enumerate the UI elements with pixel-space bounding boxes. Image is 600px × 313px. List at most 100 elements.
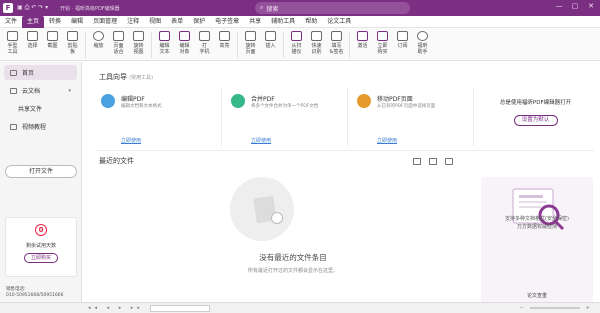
fill-sign-button[interactable]: 填写 &签名 (327, 28, 346, 55)
hand-tool-button[interactable]: 手型 工具 (3, 28, 22, 55)
promo-banner[interactable]: 论文查重 (481, 177, 593, 305)
highlight-button[interactable]: 高亮 (215, 28, 234, 49)
zoom-button[interactable]: 缩放 (89, 28, 108, 49)
sales-phone-number: 010-50951668/50951666 (6, 293, 64, 298)
cloud-icon (10, 87, 17, 94)
ribbon-separator (237, 32, 238, 58)
tool-card-merge-pdf[interactable]: 合并PDF 将多个文件合并为单一个PDF文档 立即使用 (223, 88, 348, 146)
zoom-slider[interactable] (529, 307, 580, 309)
ocr-icon (311, 31, 322, 41)
menu-page-management[interactable]: 页面管理 (88, 16, 122, 28)
section-divider (97, 150, 594, 151)
clipboard-icon (67, 31, 78, 41)
menu-protect[interactable]: 保护 (188, 16, 210, 28)
page-number-input[interactable] (149, 304, 210, 312)
edit-object-button[interactable]: 编辑 对象 (175, 28, 194, 55)
grid-view-icon[interactable] (429, 158, 437, 165)
window-title: 开始 · 福昕高级PDF编辑器 (60, 5, 120, 12)
home-icon (10, 69, 17, 76)
quick-access-icons[interactable]: ▣ ⎙ ↶ ↷ ▾ (17, 4, 48, 12)
zoom-controls: − + (520, 305, 590, 311)
tool-card-edit-pdf[interactable]: 编辑PDF 编辑文档和文本格式 立即使用 (93, 88, 218, 146)
sidebar: 首页 云文档 ▾ 共享文件 视频教程 打开文件 0 剩余试用天数 立即购买 销售… (0, 62, 82, 302)
close-button[interactable]: ✕ (586, 2, 596, 10)
select-button[interactable]: 选择 (23, 28, 42, 49)
edit-object-icon (179, 31, 190, 41)
highlighter-icon (219, 31, 230, 41)
sidebar-item-video-tutorials[interactable]: 视频教程 (4, 119, 77, 134)
menu-convert[interactable]: 转换 (44, 16, 66, 28)
edit-text-button[interactable]: 编辑 文本 (155, 28, 174, 55)
ribbon-separator (151, 32, 152, 58)
trial-days-label: 剩余试用天数 (25, 243, 56, 249)
typewriter-button[interactable]: 打 字机 (195, 28, 214, 55)
subscribe-icon (397, 31, 408, 41)
screenshot-button[interactable]: 截图 (43, 28, 62, 49)
search-box[interactable]: ⌕ 搜索 (255, 2, 410, 14)
edit-text-icon (159, 31, 170, 41)
scanner-icon (291, 31, 302, 41)
hand-icon (7, 31, 18, 41)
quick-ocr-button[interactable]: 快速 识别 (307, 28, 326, 55)
title-bar: F ▣ ⎙ ↶ ↷ ▾ 开始 · 福昕高级PDF编辑器 ⌕ 搜索 — ▢ ✕ (0, 0, 600, 16)
buy-now-ribbon-button[interactable]: 立即 购买 (373, 28, 392, 55)
trash-icon[interactable] (445, 158, 453, 165)
menu-form[interactable]: 表单 (166, 16, 188, 28)
view-mode-controls (413, 158, 453, 165)
insert-button[interactable]: 插入 (261, 28, 280, 49)
minimize-button[interactable]: — (554, 2, 564, 10)
list-view-icon[interactable] (413, 158, 421, 165)
page-nav-arrows[interactable]: ◂◂ ◂ ▸ ▸▸ (88, 305, 144, 311)
main-content: 工具向导 (常用工具) 编辑PDF 编辑文档和文本格式 立即使用 合并PDF 将… (83, 62, 600, 305)
tools-guide-subtitle: (常用工具) (129, 75, 154, 81)
tool-card-move-pages[interactable]: 移动PDF页面 从已有的PDF页面中选择页面 立即使用 (349, 88, 474, 146)
sidebar-item-cloud-docs[interactable]: 云文档 ▾ (4, 83, 77, 98)
buy-now-button[interactable]: 立即购买 (24, 253, 58, 263)
maximize-button[interactable]: ▢ (570, 2, 580, 10)
rotate-view-button[interactable]: 旋转 视图 (129, 28, 148, 55)
empty-state-title: 没有最近的文件条目 (259, 253, 327, 262)
zoom-in-icon[interactable]: + (586, 305, 590, 311)
zoom-out-icon[interactable]: − (520, 305, 524, 311)
ribbon-toolbar: 手型 工具 选择 截图 剪贴 板 缩放 页面 适合 旋转 视图 编辑 文本 编辑… (0, 28, 600, 61)
menu-bar: 文件 主页 转换 编辑 页面管理 注释 视图 表单 保护 电子签章 共享 辅助工… (0, 15, 600, 28)
sidebar-item-shared-files[interactable]: 共享文件 (4, 101, 77, 116)
chevron-down-icon: ▾ (68, 87, 71, 94)
open-file-button[interactable]: 打开文件 (5, 165, 77, 178)
window-controls: — ▢ ✕ (554, 2, 596, 10)
rotate-page-button[interactable]: 旋转 页面 (241, 28, 260, 55)
zoom-icon (93, 31, 104, 41)
rotate-page-icon (245, 31, 256, 41)
set-default-button[interactable]: 设置为默认 (513, 115, 558, 126)
menu-paper-tools[interactable]: 论文工具 (322, 16, 356, 28)
clipboard-button[interactable]: 剪贴 板 (63, 28, 82, 55)
use-now-link[interactable]: 立即使用 (251, 137, 271, 144)
menu-file[interactable]: 文件 (0, 16, 22, 28)
edit-pdf-icon (101, 94, 115, 108)
from-scanner-button[interactable]: 从扫 描仪 (287, 28, 306, 55)
trial-card: 0 剩余试用天数 立即购买 (5, 217, 77, 277)
use-now-link[interactable]: 立即使用 (121, 137, 141, 144)
fit-page-button[interactable]: 页面 适合 (109, 28, 128, 55)
menu-edit[interactable]: 编辑 (66, 16, 88, 28)
foxit-assistant-button[interactable]: 福昕 助手 (413, 28, 432, 55)
menu-comment[interactable]: 注释 (122, 16, 144, 28)
menu-accessibility[interactable]: 辅助工具 (266, 16, 300, 28)
key-icon (357, 31, 368, 41)
typewriter-icon (199, 31, 210, 41)
sidebar-item-home[interactable]: 首页 (4, 65, 77, 80)
cursor-icon (27, 31, 38, 41)
menu-view[interactable]: 视图 (144, 16, 166, 28)
subscribe-button[interactable]: 订阅 (393, 28, 412, 49)
insert-page-icon (265, 31, 276, 41)
menu-home[interactable]: 主页 (22, 15, 45, 28)
ribbon-separator (349, 32, 350, 58)
menu-e-signature[interactable]: 电子签章 (210, 16, 244, 28)
promo-description: 支持多种文档格式(安全保密) 万方数据权威检测 (505, 216, 569, 230)
menu-help[interactable]: 帮助 (300, 16, 322, 28)
menu-share[interactable]: 共享 (244, 16, 266, 28)
fit-page-icon (113, 31, 124, 41)
activate-button[interactable]: 激活 (353, 28, 372, 49)
ribbon-separator (85, 32, 86, 58)
use-now-link[interactable]: 立即使用 (377, 137, 397, 144)
